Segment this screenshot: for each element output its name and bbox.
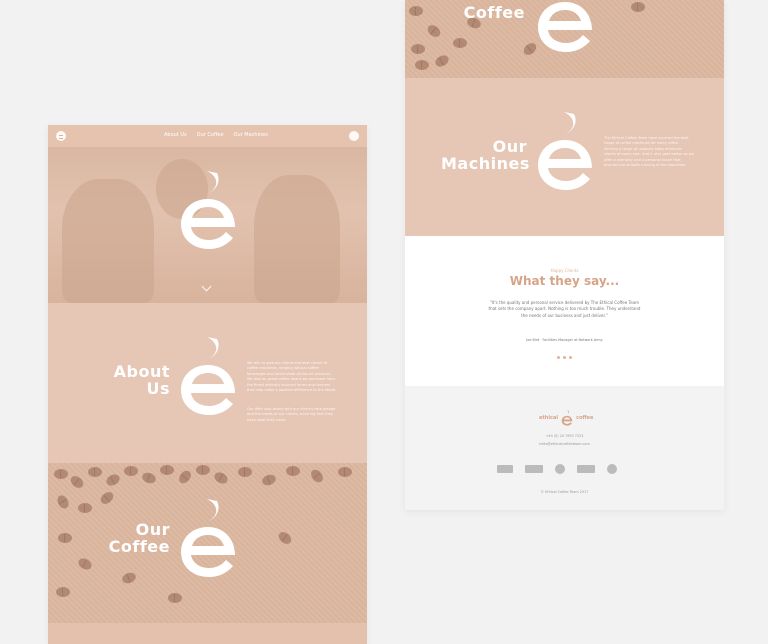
coffee-bean (196, 465, 210, 475)
coffee-title-line: Our (135, 520, 170, 539)
coffee-bean (160, 465, 174, 475)
testimonial-kicker: Happy Clients (550, 268, 579, 273)
coffee-title: Coffee (463, 3, 525, 22)
desktop-site-preview: Coffee Our Machines The Ethical Coffee T… (405, 0, 724, 510)
mobile-site-preview: About Us Our Coffee Our Machines About U… (48, 125, 367, 644)
next-section-strip (48, 623, 367, 644)
about-paragraph: Our offer also works with our client's c… (247, 407, 336, 422)
footer-email[interactable]: hello@ethicalcoffeeteam.com (405, 442, 724, 446)
nav-link-coffee[interactable]: Our Coffee (197, 132, 224, 138)
about-title-line: Us (146, 379, 170, 399)
coffee-bean (631, 2, 645, 12)
coffee-bean (88, 467, 102, 477)
coffee-bean (212, 470, 230, 486)
certification-logo (607, 464, 617, 474)
brand-e-logo (538, 2, 592, 52)
testimonial-section: Happy Clients What they say... "It's the… (405, 236, 724, 386)
machines-section: Our Machines The Ethical Coffee Team hav… (405, 78, 724, 236)
coffee-bean (78, 503, 92, 513)
about-title: About Us (104, 363, 170, 398)
coffee-bean (411, 44, 425, 54)
coffee-bean (286, 466, 300, 476)
coffee-bean (54, 469, 68, 479)
coffee-bean (425, 22, 443, 40)
hero-photo-person (254, 175, 340, 303)
certification-logos (497, 464, 617, 474)
brand-e-logo (181, 499, 235, 577)
coffee-bean (140, 470, 158, 486)
carousel-dots[interactable] (557, 356, 572, 359)
coffee-bean (276, 529, 294, 547)
nav-link-machines[interactable]: Our Machines (234, 132, 268, 138)
certification-logo (555, 464, 565, 474)
about-paragraph: We aim to give our clients the best choi… (247, 361, 337, 393)
coffee-bean (338, 467, 352, 477)
cart-icon[interactable] (349, 131, 359, 141)
certification-logo (497, 465, 513, 473)
certification-logo (577, 465, 595, 473)
footer-brand-left: ethical (539, 415, 559, 421)
testimonial-quote: "It's the quality and personal service d… (488, 300, 641, 318)
footer-copyright: © Ethical Coffee Team 2017 (540, 490, 589, 494)
carousel-dot[interactable] (557, 356, 560, 359)
coffee-bean (120, 570, 138, 586)
coffee-bean (68, 473, 86, 491)
coffee-bean (308, 467, 326, 485)
machines-title: Our Machines (441, 137, 530, 174)
coffee-title-line: Coffee (108, 537, 170, 557)
coffee-section-top: Coffee (405, 0, 724, 78)
coffee-bean (238, 467, 252, 477)
brand-e-logo (538, 112, 592, 190)
scroll-down-icon[interactable] (201, 281, 212, 292)
machines-title-line: Machines (441, 154, 530, 174)
site-footer: ethical coffee +44 (0) 20 7993 7223 hell… (405, 386, 724, 510)
coffee-bean (168, 593, 182, 603)
brand-e-logo (181, 171, 235, 249)
top-navigation: About Us Our Coffee Our Machines (48, 125, 367, 147)
hero-photo-person (62, 179, 154, 303)
carousel-dot[interactable] (563, 356, 566, 359)
menu-icon[interactable] (56, 131, 66, 141)
carousel-dot[interactable] (569, 356, 572, 359)
coffee-bean (176, 468, 194, 486)
coffee-bean (104, 472, 122, 488)
coffee-bean (453, 38, 467, 48)
coffee-bean (433, 53, 451, 69)
brand-e-logo (181, 337, 235, 415)
footer-phone[interactable]: +44 (0) 20 7993 7223 (405, 434, 724, 438)
about-title-line: About (113, 362, 170, 381)
coffee-bean (409, 6, 423, 16)
footer-brand-right: coffee (576, 415, 594, 421)
machines-paragraph: The Ethical Coffee Team have sourced the… (604, 136, 694, 168)
certification-logo (525, 465, 543, 473)
about-section: About Us We aim to give our clients the … (48, 303, 367, 463)
coffee-title: Our Coffee (102, 521, 170, 556)
coffee-bean (260, 472, 278, 488)
coffee-bean (98, 489, 116, 507)
footer-brand[interactable]: ethical coffee (539, 410, 593, 426)
coffee-bean (415, 60, 429, 70)
coffee-section: Our Coffee (48, 463, 367, 623)
coffee-bean (76, 556, 94, 572)
testimonial-author: Joe Bird · Facilities Manager at Network… (526, 338, 603, 342)
hero-banner (48, 147, 367, 303)
brand-e-logo (561, 410, 573, 426)
coffee-bean (55, 493, 71, 511)
coffee-bean (124, 466, 138, 476)
testimonial-title: What they say... (509, 274, 620, 288)
coffee-bean (56, 587, 70, 597)
coffee-bean (58, 533, 72, 543)
machines-title-line: Our (492, 137, 527, 156)
nav-link-about[interactable]: About Us (164, 132, 187, 138)
